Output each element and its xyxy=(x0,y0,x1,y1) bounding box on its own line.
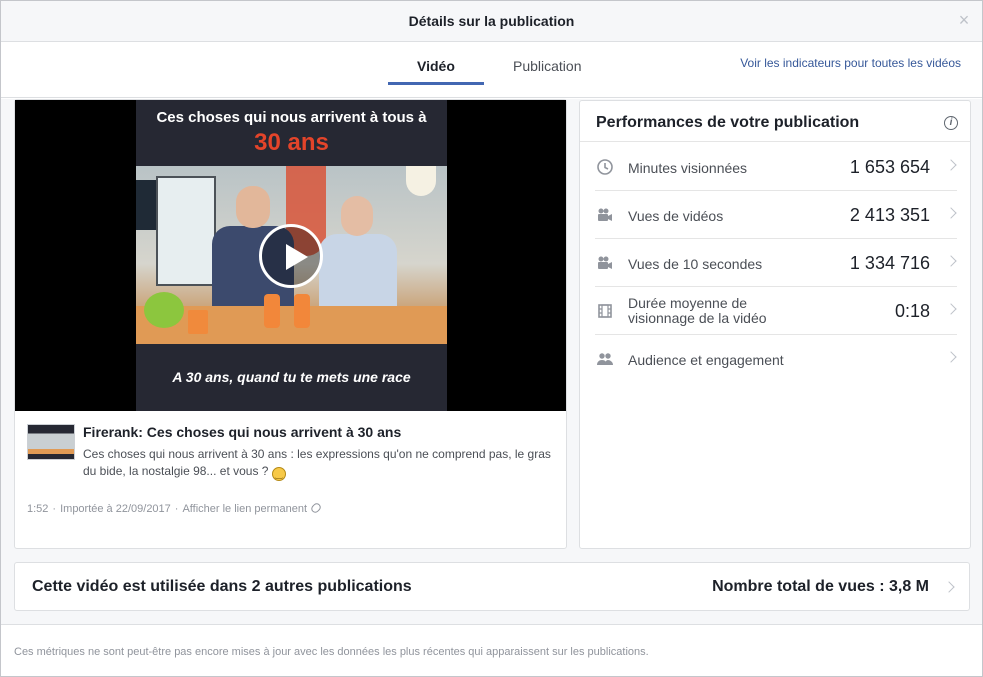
video-camera-icon xyxy=(598,256,612,269)
close-icon[interactable]: × xyxy=(954,10,974,30)
total-views: Nombre total de vues : 3,8 M xyxy=(712,578,929,595)
performance-card: Performances de votre publication i Minu… xyxy=(579,100,971,549)
post-thumbnail[interactable] xyxy=(27,424,75,460)
usage-text: Cette vidéo est utilisée dans 2 autres p… xyxy=(32,578,412,595)
thumbnail-caption: A 30 ans, quand tu te mets une race xyxy=(172,369,411,385)
chevron-right-icon xyxy=(943,581,955,593)
dialog-footer: Ces métriques ne sont peut-être pas enco… xyxy=(1,624,982,676)
post-meta: 1:52 · Importée à 22/09/2017 · Afficher le l… xyxy=(27,501,323,515)
dialog-title: Détails sur la publication xyxy=(408,13,575,29)
thumbnail-text-line2: 30 ans xyxy=(254,129,329,156)
people-icon xyxy=(597,353,613,365)
tab-publication[interactable]: Publication xyxy=(513,58,582,74)
metric-value: 2 413 351 xyxy=(849,205,930,225)
upload-date: Importée à 22/09/2017 xyxy=(60,503,171,515)
post-description: Ces choses qui nous arrivent à 30 ans : … xyxy=(83,447,551,481)
metric-row-minutes-viewed[interactable]: Minutes visionnées 1 653 654 xyxy=(595,143,957,191)
info-icon[interactable]: i xyxy=(944,116,958,130)
permalink-link[interactable]: Afficher le lien permanent xyxy=(182,503,307,515)
active-tab-indicator xyxy=(388,82,484,85)
metric-label: Vues de vidéos xyxy=(628,208,724,224)
chevron-right-icon xyxy=(945,255,957,267)
metric-value: 0:18 xyxy=(894,301,930,321)
metric-row-video-views[interactable]: Vues de vidéos 2 413 351 xyxy=(595,191,957,239)
metric-label: Minutes visionnées xyxy=(628,160,748,176)
main-content: Ces choses qui nous arrivent à tous à 30… xyxy=(1,99,982,624)
metric-row-audience-engagement[interactable]: Audience et engagement xyxy=(595,335,957,383)
thumbnail-text-line1: Ces choses qui nous arrivent à tous à xyxy=(156,109,427,126)
tabs-bar: Vidéo Publication Voir les indicateurs p… xyxy=(1,42,982,98)
footer-note: Ces métriques ne sont peut-être pas enco… xyxy=(14,646,649,658)
all-videos-metrics-link[interactable]: Voir les indicateurs pour toutes les vid… xyxy=(740,56,961,70)
film-icon xyxy=(598,304,612,318)
post-details-dialog: Détails sur la publication × Vidéo Publi… xyxy=(0,0,983,677)
clock-icon xyxy=(597,159,613,175)
metric-value: 1 653 654 xyxy=(849,157,930,177)
post-title[interactable]: Firerank: Ces choses qui nous arrivent à… xyxy=(83,424,401,440)
play-icon xyxy=(286,244,308,270)
chevron-right-icon xyxy=(945,351,957,363)
play-button[interactable] xyxy=(259,224,323,288)
video-usage-card[interactable]: Cette vidéo est utilisée dans 2 autres p… xyxy=(14,562,970,611)
grinning-emoji-icon: ‿ xyxy=(271,467,286,481)
metric-value: 1 334 716 xyxy=(849,253,930,273)
chevron-right-icon xyxy=(945,303,957,315)
chevron-right-icon xyxy=(945,159,957,171)
link-icon xyxy=(309,501,323,515)
video-camera-icon xyxy=(598,208,612,221)
dialog-header: Détails sur la publication × xyxy=(1,1,982,42)
performance-title: Performances de votre publication xyxy=(596,114,860,131)
metric-label: Audience et engagement xyxy=(628,352,784,368)
metric-label: Vues de 10 secondes xyxy=(628,256,763,272)
video-player[interactable]: Ces choses qui nous arrivent à tous à 30… xyxy=(15,100,566,411)
chevron-right-icon xyxy=(945,207,957,219)
metric-row-10s-views[interactable]: Vues de 10 secondes 1 334 716 xyxy=(595,239,957,287)
metric-label: Durée moyenne de visionnage de la vidéo xyxy=(628,295,767,326)
video-card: Ces choses qui nous arrivent à tous à 30… xyxy=(14,99,567,549)
video-duration: 1:52 xyxy=(27,503,49,515)
tab-video[interactable]: Vidéo xyxy=(417,58,455,74)
metric-row-avg-watch-time[interactable]: Durée moyenne de visionnage de la vidéo 0… xyxy=(595,287,957,335)
